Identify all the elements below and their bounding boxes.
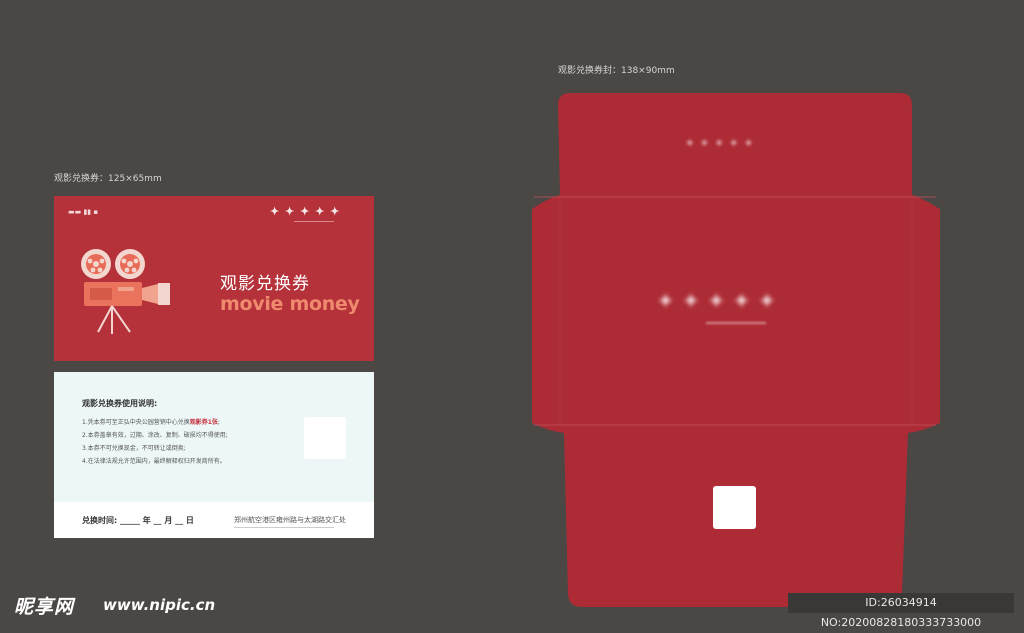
stamp-box: [304, 417, 346, 459]
film-projector-icon: [81, 249, 170, 334]
ticket-title-cn: 观影兑换券: [220, 274, 310, 294]
watermark-id: ID:26034914 NO:20200828180333733000: [788, 593, 1014, 629]
rule-4: 4.在法律法规允许范围内，最终解释权归开发商所有。: [82, 458, 226, 465]
ticket-title-en: movie money: [220, 293, 360, 315]
envelope-brand-top: ✦ ✦ ✦ ✦ ✦: [686, 139, 755, 149]
envelope-brand-rule: [706, 322, 766, 324]
rule-1: 1.凭本券可至正弘中央公园营销中心兑换观影券1张;: [82, 419, 220, 426]
address-rule: [234, 527, 334, 528]
watermark-logo: 昵享网: [14, 596, 75, 618]
envelope-dieline: [532, 93, 940, 607]
rule-2: 2.本券盖章有效，过期、涂改、复制、破损均不得使用;: [82, 432, 228, 439]
envelope-brand-center: ✦ ✦ ✦ ✦ ✦: [658, 291, 777, 312]
rule-3: 3.本券不可兑换现金，不可转让或倒卖;: [82, 445, 186, 452]
envelope-stamp-box: [713, 486, 756, 529]
redeem-date: 兑换时间: _____ 年 __ 月 __ 日: [82, 516, 194, 525]
brand-logo-small: ▬▬ ▮▮ ▪: [68, 208, 99, 216]
ticket-size-label: 观影兑换券：125×65mm: [54, 174, 162, 184]
ticket-back: 观影兑换券使用说明: 1.凭本券可至正弘中央公园营销中心兑换观影券1张; 2.本…: [54, 372, 374, 538]
brand-logo-rule: [294, 221, 334, 222]
envelope-shape: [532, 93, 940, 607]
usage-rules: 1.凭本券可至正弘中央公园营销中心兑换观影券1张; 2.本券盖章有效，过期、涂改…: [82, 416, 228, 468]
watermark-url: www.nipic.cn: [103, 596, 216, 614]
envelope-size-label: 观影兑换券封：138×90mm: [558, 66, 675, 76]
ticket-front: ▬▬ ▮▮ ▪ ✦ ✦ ✦ ✦ ✦ 观影兑换券 movie money: [54, 196, 374, 361]
usage-heading: 观影兑换券使用说明:: [82, 399, 158, 408]
address: 郑州航空港区雍州路与太湖路交汇处: [234, 516, 346, 524]
brand-logo-seal: ✦ ✦ ✦ ✦ ✦: [270, 205, 341, 218]
